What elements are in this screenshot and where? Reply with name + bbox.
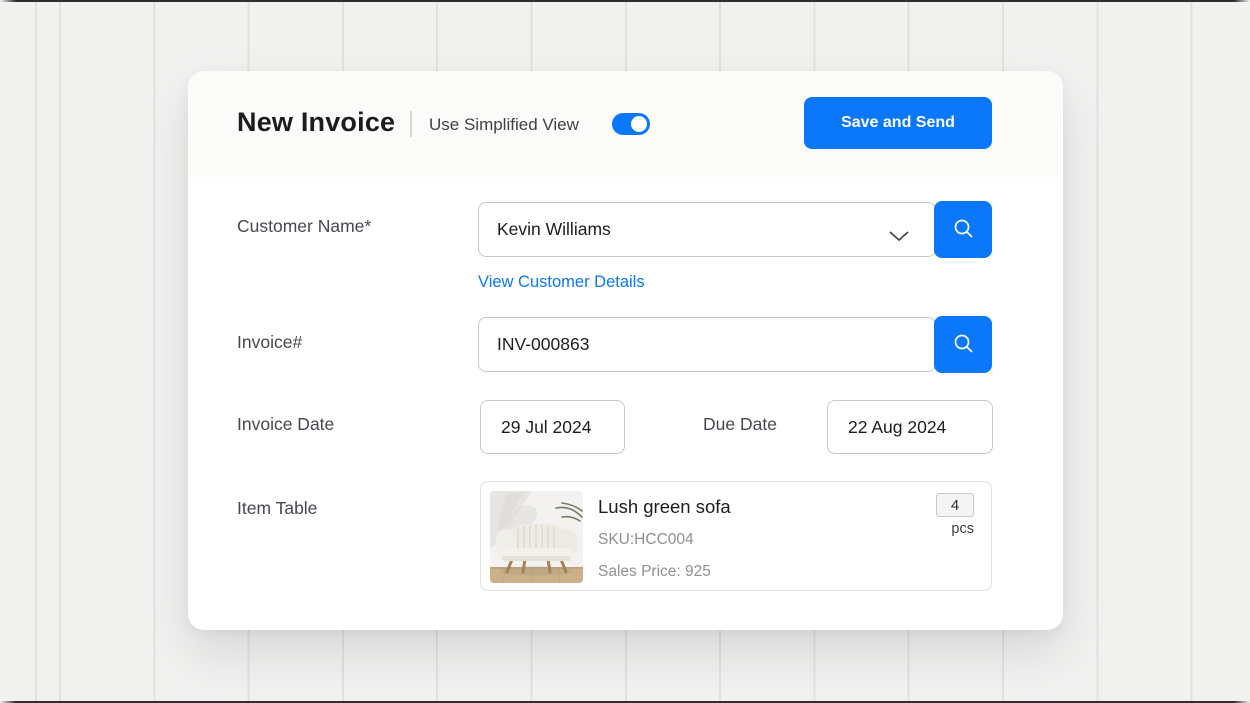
item-quantity-unit: pcs <box>936 521 974 537</box>
customer-name-label: Customer Name* <box>237 216 371 237</box>
page-title: New Invoice <box>237 107 395 138</box>
invoice-number-input[interactable]: INV-000863 <box>478 317 936 372</box>
item-sku: SKU:HCC004 <box>598 531 694 549</box>
search-icon <box>952 332 975 358</box>
search-icon <box>952 217 975 243</box>
page-background: New Invoice Use Simplified View Save and… <box>0 0 1250 703</box>
customer-search-button[interactable] <box>934 201 992 258</box>
header-divider <box>410 111 412 137</box>
new-invoice-modal: New Invoice Use Simplified View Save and… <box>188 71 1063 630</box>
item-photo-sofa <box>490 491 583 583</box>
due-date-input[interactable]: 22 Aug 2024 <box>827 400 993 454</box>
save-and-send-button[interactable]: Save and Send <box>804 97 992 149</box>
item-name: Lush green sofa <box>598 496 731 518</box>
invoice-date-label: Invoice Date <box>237 414 334 435</box>
item-row[interactable]: Lush green sofa SKU:HCC004 Sales Price: … <box>480 481 992 591</box>
item-table-label: Item Table <box>237 498 317 519</box>
modal-header: New Invoice Use Simplified View Save and… <box>188 71 1063 177</box>
simplified-view-toggle[interactable] <box>612 113 650 135</box>
window-top-border <box>0 0 1250 2</box>
customer-name-select[interactable]: Kevin Williams <box>478 202 936 257</box>
item-quantity-input[interactable]: 4 <box>936 493 974 517</box>
view-customer-details-link[interactable]: View Customer Details <box>478 273 645 292</box>
invoice-date-value: 29 Jul 2024 <box>501 417 592 438</box>
invoice-number-value: INV-000863 <box>497 334 589 355</box>
due-date-value: 22 Aug 2024 <box>848 417 946 438</box>
item-sales-price: Sales Price: 925 <box>598 563 711 581</box>
invoice-number-search-button[interactable] <box>934 316 992 373</box>
invoice-date-input[interactable]: 29 Jul 2024 <box>480 400 625 454</box>
toggle-knob <box>631 116 647 132</box>
simplified-view-label: Use Simplified View <box>429 115 579 135</box>
chevron-down-icon <box>889 226 909 247</box>
due-date-label: Due Date <box>703 414 777 435</box>
invoice-number-label: Invoice# <box>237 332 302 353</box>
customer-name-value: Kevin Williams <box>497 219 611 240</box>
